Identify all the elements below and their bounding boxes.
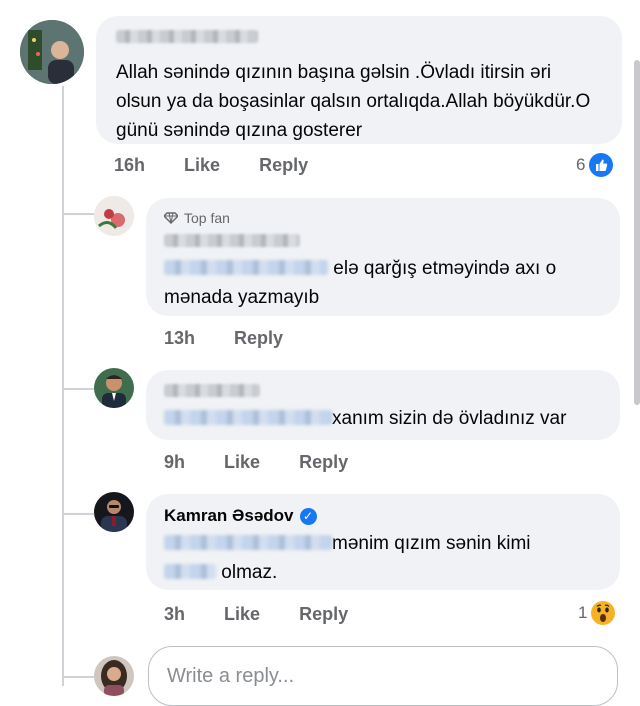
reply-bubble[interactable]: Kamran Əsədov ✓ mənim qızım sənin kimi ol… [146, 494, 620, 590]
thread-line-branch-4 [62, 676, 94, 678]
like-button[interactable]: Like [224, 604, 260, 624]
reply-text-line-1: xanım sizin də övladınız var [332, 408, 567, 429]
reply-actions: 13h Reply [164, 328, 317, 349]
avatar[interactable] [94, 196, 134, 236]
like-button[interactable]: Like [224, 452, 260, 472]
reply-text-line-1: elə qarğış etməyində axı o [333, 258, 557, 279]
reply-text-line-2: mənada yazmayıb [164, 287, 320, 308]
comment-time[interactable]: 16h [114, 155, 145, 175]
reply-input-placeholder: Write a reply... [167, 665, 295, 687]
author-name[interactable] [164, 384, 260, 402]
avatar[interactable] [94, 492, 134, 532]
reply-time[interactable]: 9h [164, 452, 185, 472]
comment-bubble[interactable]: Allah sənində qızının başına gəlsin .Övl… [96, 16, 622, 144]
author-name[interactable] [164, 234, 300, 252]
mention-link[interactable] [164, 535, 332, 550]
top-fan-badge: Top fan [164, 210, 230, 226]
author-name-text: Kamran Əsədov [164, 506, 294, 525]
reply-button[interactable]: Reply [259, 155, 308, 175]
reaction-count: 6 [576, 155, 586, 174]
scrollbar[interactable] [634, 60, 640, 405]
avatar[interactable] [94, 368, 134, 408]
avatar-photo [94, 492, 134, 532]
reply-bubble[interactable]: Top fan elə qarğış etməyində axı o mənad… [146, 198, 620, 316]
mention-link[interactable] [164, 410, 332, 425]
verified-badge-icon: ✓ [299, 508, 317, 525]
reply-text: mənim qızım sənin kimi olmaz. [164, 529, 604, 587]
comment-text: Allah sənində qızının başına gəlsin .Övl… [116, 62, 591, 141]
reaction-count: 1 [578, 603, 588, 622]
reply-text: xanım sizin də övladınız var [164, 404, 604, 433]
reaction-summary[interactable]: 6 [576, 153, 614, 177]
reply-text-line-2: olmaz. [221, 562, 278, 583]
avatar-photo [20, 20, 84, 84]
avatar-photo [94, 368, 134, 408]
reply-actions: 9h Like Reply [164, 452, 382, 473]
avatar-photo [94, 656, 134, 696]
avatar-photo [94, 196, 134, 236]
diamond-icon [164, 212, 178, 224]
thread-line-branch-2 [62, 388, 94, 390]
thread-line-branch-1 [62, 213, 94, 215]
avatar[interactable] [94, 656, 134, 696]
like-button[interactable]: Like [184, 155, 220, 175]
comment-actions: 16h Like Reply [114, 155, 342, 176]
wow-reaction-icon [591, 601, 616, 625]
mention-link[interactable] [164, 260, 328, 275]
thread-line-branch-3 [62, 513, 94, 515]
avatar[interactable] [20, 20, 84, 84]
author-name[interactable]: Kamran Əsədov ✓ [164, 506, 317, 526]
reply-text-line-1: mənim qızım sənin kimi [332, 533, 531, 554]
reply-button[interactable]: Reply [299, 604, 348, 624]
reaction-summary[interactable]: 1 [578, 601, 616, 625]
reply-bubble[interactable]: xanım sizin də övladınız var [146, 370, 620, 440]
reply-text: elə qarğış etməyində axı o mənada yazmay… [164, 254, 604, 312]
mention-link[interactable] [164, 564, 216, 579]
reply-input[interactable]: Write a reply... [148, 646, 618, 706]
reply-actions: 3h Like Reply [164, 604, 382, 625]
top-fan-label: Top fan [184, 210, 230, 226]
reply-time[interactable]: 3h [164, 604, 185, 624]
reply-button[interactable]: Reply [299, 452, 348, 472]
author-name[interactable] [116, 30, 258, 48]
reply-time[interactable]: 13h [164, 328, 195, 348]
reply-button[interactable]: Reply [234, 328, 283, 348]
like-reaction-icon [589, 153, 614, 177]
thread-line-vertical [62, 86, 64, 686]
